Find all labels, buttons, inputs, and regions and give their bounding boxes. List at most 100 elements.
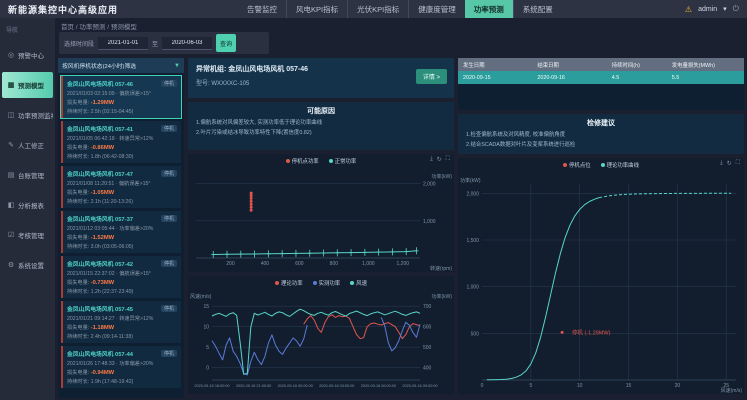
svg-text:500: 500	[471, 331, 480, 337]
timeseries-chart-panel: 理论功率实测功率风速 2020-09-15 18:00:002020-09-15…	[188, 276, 454, 394]
table-header-cell: 发电量损失(MWh)	[667, 61, 744, 69]
table-header-cell: 发生日期	[458, 61, 532, 69]
sidebar-item-label: 预警中心	[18, 50, 44, 60]
menu-item-功率预测[interactable]: 功率预测	[465, 0, 513, 18]
legend-item[interactable]: 实测功率	[313, 279, 341, 287]
alert-card-title-row: 金凤山风电场风机 057-37停机	[67, 214, 177, 223]
app-title: 新能源集控中心高级应用	[8, 3, 118, 16]
svg-text:功率(kW): 功率(kW)	[431, 173, 452, 180]
sidebar-item-台账管理[interactable]: ▤台账管理	[2, 162, 53, 188]
alert-card[interactable]: 金凤山风电场风机 057-45停机2021/01/21 09:14:27 · 转…	[61, 301, 181, 343]
sidebar-item-系统设置[interactable]: ⚙系统设置	[2, 252, 53, 278]
svg-text:400: 400	[423, 366, 432, 372]
ledger-icon: ▤	[7, 171, 15, 179]
status-badge: 停机	[161, 170, 177, 177]
refresh-icon[interactable]: ↻	[727, 160, 732, 167]
alert-card[interactable]: 金凤山风电场风机 057-42停机2021/01/15 22:37:02 · 偏…	[61, 256, 181, 298]
breadcrumb-item[interactable]: 首页	[61, 24, 74, 31]
table-row[interactable]: 2020-09-152020-09-164.55.5	[458, 71, 744, 84]
alert-card-duration: 持续时长: 1.8h (06:42-08:30)	[67, 153, 177, 160]
alert-list-filter-dropdown[interactable]: 按风机停机状态(24小时)筛选 ▼	[58, 58, 184, 73]
alert-card[interactable]: 金凤山风电场风机 057-41停机2021/01/05 06:42:18 · 转…	[61, 121, 181, 163]
svg-text:2020-09-15 21:00:00: 2020-09-15 21:00:00	[236, 384, 271, 388]
username[interactable]: admin	[698, 6, 717, 13]
svg-text:2020-09-16 03:00:00: 2020-09-16 03:00:00	[319, 384, 354, 388]
menu-item-光伏KPI指标[interactable]: 光伏KPI指标	[347, 0, 408, 18]
power-curve-chart-panel: ⤓↻⛶ 停机点位理论功率曲线 05101520255001,0001,5002,…	[458, 158, 744, 394]
fullscreen-icon[interactable]: ⛶	[736, 160, 740, 167]
sidebar-item-分析报表[interactable]: ◧分析报表	[2, 192, 53, 218]
alert-card[interactable]: 金凤山风电场风机 057-46停机2021/01/03 02:15:09 · 偏…	[61, 76, 181, 118]
header-right: ⚠ admin ▾ ⏻	[685, 4, 739, 14]
legend-item[interactable]: 风速	[350, 279, 367, 287]
sidebar-item-label: 台账管理	[18, 170, 44, 180]
sidebar-item-功率预测监视[interactable]: ◫功率预测监视	[2, 102, 53, 128]
detail-button[interactable]: 详情 >	[416, 69, 447, 84]
loss-value: -1.05MW	[91, 190, 115, 196]
alert-card-title: 金凤山风电场风机 057-37	[67, 214, 133, 223]
sidebar-item-预警中心[interactable]: ◎预警中心	[2, 42, 53, 68]
refresh-icon[interactable]: ↻	[437, 156, 442, 163]
legend-item[interactable]: 理论功率	[275, 279, 303, 287]
svg-text:2020-09-16 06:00:00: 2020-09-16 06:00:00	[361, 384, 396, 388]
menu-item-系统配置[interactable]: 系统配置	[513, 0, 562, 18]
sidebar-item-label: 分析报表	[18, 200, 44, 210]
svg-text:0: 0	[481, 383, 484, 389]
start-date-input[interactable]	[98, 37, 148, 50]
menu-item-风电KPI指标[interactable]: 风电KPI指标	[286, 0, 347, 18]
alert-card-title: 金凤山风电场风机 057-41	[67, 124, 133, 133]
end-date-input[interactable]	[162, 37, 212, 50]
legend-dot-icon	[275, 281, 279, 285]
chevron-down-icon: ▼	[174, 63, 180, 69]
sidebar-item-预测模型[interactable]: ▦预测模型	[2, 72, 53, 98]
sidebar-item-label: 功率预测监视	[18, 110, 53, 120]
table-cell: 2020-09-16	[532, 75, 606, 81]
sidebar-item-考核管理[interactable]: ☑考核管理	[2, 222, 53, 248]
download-icon[interactable]: ⤓	[720, 160, 723, 167]
download-icon[interactable]: ⤓	[430, 156, 433, 163]
warning-icon[interactable]: ⚠	[685, 5, 692, 14]
legend-dot-icon	[350, 281, 354, 285]
legend-dot-icon	[563, 163, 567, 167]
alert-card-duration: 持续时长: 1.2h (22:37-23:49)	[67, 288, 177, 295]
alert-card-duration: 持续时长: 2.4h (09:14-11:38)	[67, 333, 177, 340]
loss-value: -1.29MW	[91, 100, 115, 106]
alert-card-loss: 损失电量: -0.94MW	[67, 369, 177, 376]
alert-card[interactable]: 金凤山风电场风机 057-47停机2021/01/08 11:20:51 · 偏…	[61, 166, 181, 208]
alert-card-loss: 损失电量: -1.05MW	[67, 189, 177, 196]
main-content: 首页 / 功率预测 / 预测模型 选择时间段 至 查询 按风机停机状态(24小时…	[55, 18, 747, 400]
legend-item[interactable]: 正常功率	[329, 157, 357, 165]
alert-card[interactable]: 金凤山风电场风机 057-44停机2021/01/26 17:48:33 · 功…	[61, 346, 181, 388]
maintenance-advice-panel: 检修建议 1.检查偏航系统及对风精度, 校准偏航角度2.结合SCADA数据对叶片…	[458, 114, 744, 154]
alert-card-loss: 损失电量: -0.73MW	[67, 279, 177, 286]
table-cell: 5.5	[667, 75, 744, 81]
power-icon[interactable]: ⏻	[733, 4, 739, 14]
menu-item-告警监控[interactable]: 告警监控	[238, 0, 286, 18]
breadcrumb-item[interactable]: 功率预测	[79, 24, 105, 31]
table-header-cell: 结束日期	[532, 61, 606, 69]
legend-label: 理论功率曲线	[607, 161, 639, 169]
alert-card-title-row: 金凤山风电场风机 057-42停机	[67, 259, 177, 268]
loss-value: -0.73MW	[91, 280, 115, 286]
chevron-down-icon[interactable]: ▾	[723, 5, 727, 13]
svg-text:15: 15	[203, 304, 209, 310]
svg-text:风速(m/s): 风速(m/s)	[190, 294, 212, 300]
svg-text:1,000: 1,000	[423, 219, 436, 225]
svg-text:5: 5	[206, 345, 209, 351]
sidebar-item-人工修正[interactable]: ✎人工修正	[2, 132, 53, 158]
loss-value: -1.18MW	[91, 325, 115, 331]
top-header: 新能源集控中心高级应用 告警监控风电KPI指标光伏KPI指标健康度管理功率预测系…	[0, 0, 747, 18]
legend-item[interactable]: 停机点功率	[286, 157, 319, 165]
svg-text:600: 600	[295, 261, 304, 267]
menu-item-健康度管理[interactable]: 健康度管理	[408, 0, 465, 18]
search-button[interactable]: 查询	[216, 34, 236, 52]
alert-card[interactable]: 金凤山风电场风机 057-37停机2021/01/12 03:05:44 · 功…	[61, 211, 181, 253]
alert-list-panel: 按风机停机状态(24小时)筛选 ▼ 金凤山风电场风机 057-46停机2021/…	[58, 58, 184, 398]
breadcrumb-item[interactable]: 预测模型	[111, 24, 137, 31]
legend-item[interactable]: 停机点位	[563, 161, 591, 169]
alert-card-title-row: 金凤山风电场风机 057-44停机	[67, 349, 177, 358]
legend-item[interactable]: 理论功率曲线	[601, 161, 639, 169]
possible-cause-panel: 可能原因 1.偏航系统对风偏差较大, 实测功率低于理论功率曲线2.叶片污染或结冰…	[188, 102, 454, 150]
fullscreen-icon[interactable]: ⛶	[446, 156, 450, 163]
alert-card-title: 金凤山风电场风机 057-44	[67, 349, 133, 358]
